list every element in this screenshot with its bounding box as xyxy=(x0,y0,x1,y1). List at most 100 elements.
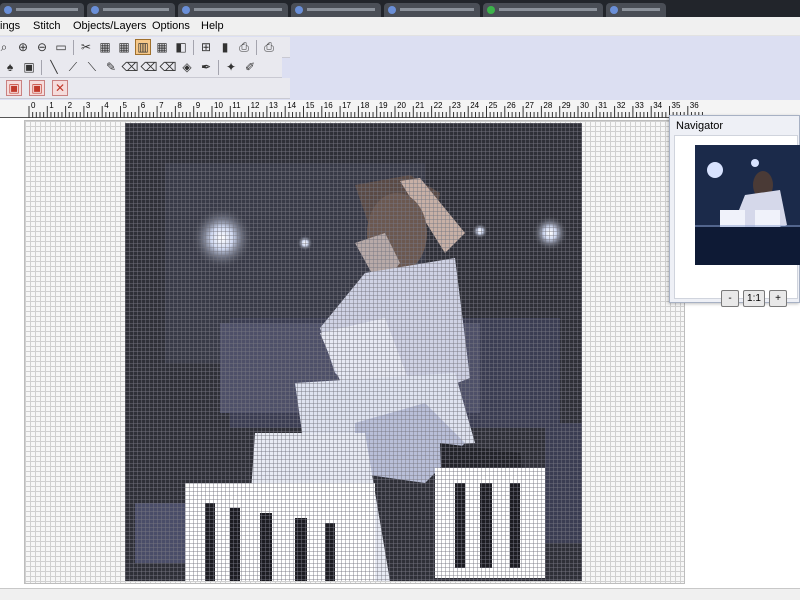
ruler-label: 25 xyxy=(489,101,498,110)
stamp-icon[interactable]: ▣ xyxy=(21,59,37,75)
ruler-label: 6 xyxy=(141,101,146,110)
print-icon[interactable]: ⎙ xyxy=(261,39,277,55)
zoom-in-icon[interactable]: ⊕ xyxy=(15,39,31,55)
tab-title-placeholder xyxy=(16,8,78,11)
toolbar-separator xyxy=(193,40,194,55)
fill-icon[interactable]: ♠ xyxy=(2,59,18,75)
toolbar-separator xyxy=(256,40,257,55)
ruler-label: 21 xyxy=(415,101,424,110)
ruler-label: 20 xyxy=(397,101,406,110)
navigator-zoom-out-button[interactable]: - xyxy=(721,290,739,307)
ruler-label: 9 xyxy=(196,101,201,110)
ruler-label: 24 xyxy=(470,101,479,110)
ruler-label: 13 xyxy=(269,101,278,110)
tab-title-placeholder xyxy=(103,8,169,11)
pattern-image xyxy=(125,123,582,581)
tab-title-placeholder xyxy=(622,8,660,11)
eraser-icon[interactable]: ⌫ xyxy=(122,59,139,75)
ruler-label: 35 xyxy=(672,101,681,110)
ruler-label: 11 xyxy=(232,101,241,110)
sparkle-icon[interactable]: ✦ xyxy=(223,59,239,75)
toolbar-separator xyxy=(41,60,42,75)
ruler-label: 28 xyxy=(543,101,552,110)
zoom-out-icon[interactable]: ⌕ xyxy=(0,39,12,55)
ruler-label: 32 xyxy=(617,101,626,110)
browser-tab[interactable] xyxy=(0,3,84,17)
toolbar-view: ⌕ ⊕ ⊖ ▭ ✂ ▦ ▦ ▥ ▦ ◧ ⊞ ▮ ⎙ ⎙ xyxy=(0,37,290,58)
resize-icon[interactable]: ⊞ xyxy=(198,39,214,55)
print-preview-icon[interactable]: ⎙ xyxy=(236,39,252,55)
tab-favicon-icon xyxy=(91,6,99,14)
browser-tab[interactable] xyxy=(178,3,288,17)
ruler-label: 2 xyxy=(68,101,73,110)
layer-down-icon[interactable]: ▣ xyxy=(29,80,45,96)
eraser-alt-icon[interactable]: ⌫ xyxy=(141,59,158,75)
menu-item-options[interactable]: Options xyxy=(152,20,190,32)
zigzag-icon[interactable]: ⟋ xyxy=(65,59,81,75)
ruler-label: 17 xyxy=(342,101,351,110)
toolbar-area: ⌕ ⊕ ⊖ ▭ ✂ ▦ ▦ ▥ ▦ ◧ ⊞ ▮ ⎙ ⎙ ♠ ▣ ╲ ⟋ ⟍ ✎ ⌫ ⌫ ⌫ ◈ ✒ ✦ ✐ ▣ ▣ ✕ xyxy=(0,36,800,100)
close-layer-icon[interactable]: ✕ xyxy=(52,80,68,96)
cut-icon[interactable]: ✂ xyxy=(78,39,94,55)
browser-tab[interactable] xyxy=(483,3,603,17)
tab-favicon-icon xyxy=(182,6,190,14)
navigator-preview[interactable] xyxy=(695,145,800,265)
navigator-title: Navigator xyxy=(676,120,724,132)
navigator-zoom-reset-button[interactable]: 1:1 xyxy=(743,290,765,307)
tab-title-placeholder xyxy=(307,8,375,11)
select-icon[interactable]: ◈ xyxy=(179,59,195,75)
eyedropper-icon[interactable]: ✒ xyxy=(198,59,214,75)
ruler-label: 36 xyxy=(690,101,699,110)
tab-title-placeholder xyxy=(194,8,282,11)
ruler-label: 5 xyxy=(123,101,128,110)
layer-up-icon[interactable]: ▣ xyxy=(6,80,22,96)
backstitch-icon[interactable]: ╲ xyxy=(46,59,62,75)
browser-tab[interactable] xyxy=(87,3,175,17)
menu-item-settings[interactable]: ings xyxy=(0,20,20,32)
ruler-label: 22 xyxy=(434,101,443,110)
ruler-label: 3 xyxy=(86,101,91,110)
magic-pen-icon[interactable]: ✐ xyxy=(242,59,258,75)
ruler-label: 33 xyxy=(635,101,644,110)
grid-large-icon[interactable]: ▥ xyxy=(135,39,151,55)
layers-icon[interactable]: ◧ xyxy=(173,39,189,55)
navigator-body: - 1:1 + xyxy=(674,135,800,307)
pencil-icon[interactable]: ✎ xyxy=(103,59,119,75)
navigator-thumbnail xyxy=(695,145,800,265)
ruler-label: 15 xyxy=(306,101,315,110)
menu-item-objects-layers[interactable]: Objects/Layers xyxy=(73,20,146,32)
toolbar-tools: ♠ ▣ ╲ ⟋ ⟍ ✎ ⌫ ⌫ ⌫ ◈ ✒ ✦ ✐ xyxy=(0,57,282,78)
cross-stitch-pattern[interactable] xyxy=(125,123,582,581)
browser-tab[interactable] xyxy=(606,3,666,17)
grid-off-icon[interactable]: ▦ xyxy=(97,39,113,55)
tab-title-placeholder xyxy=(400,8,474,11)
ruler-label: 26 xyxy=(507,101,516,110)
tab-favicon-icon xyxy=(388,6,396,14)
toolbar-separator xyxy=(73,40,74,55)
ruler-label: 34 xyxy=(653,101,662,110)
toolbar-layers: ▣ ▣ ✕ xyxy=(0,78,290,99)
ruler-label: 27 xyxy=(525,101,534,110)
ruler-label: 18 xyxy=(360,101,369,110)
ruler-label: 19 xyxy=(379,101,388,110)
stepline-icon[interactable]: ⟍ xyxy=(84,59,100,75)
ruler-label: 29 xyxy=(562,101,571,110)
grid-major-icon[interactable]: ▦ xyxy=(154,39,170,55)
browser-tab-strip xyxy=(0,0,800,17)
browser-tab[interactable] xyxy=(291,3,381,17)
navigator-zoom-in-button[interactable]: + xyxy=(769,290,787,307)
book-icon[interactable]: ▮ xyxy=(217,39,233,55)
tab-favicon-icon xyxy=(295,6,303,14)
zoom-minus-icon[interactable]: ⊖ xyxy=(34,39,50,55)
eraser-line-icon[interactable]: ⌫ xyxy=(160,59,177,75)
browser-tab[interactable] xyxy=(384,3,480,17)
menu-item-help[interactable]: Help xyxy=(201,20,224,32)
tab-title-placeholder xyxy=(499,8,597,11)
grid-icon[interactable]: ▦ xyxy=(116,39,132,55)
ruler-label: 23 xyxy=(452,101,461,110)
status-bar xyxy=(0,588,800,600)
ruler-label: 12 xyxy=(251,101,260,110)
menu-item-stitch[interactable]: Stitch xyxy=(33,20,61,32)
ruler-label: 8 xyxy=(177,101,182,110)
zoom-fit-icon[interactable]: ▭ xyxy=(53,39,69,55)
